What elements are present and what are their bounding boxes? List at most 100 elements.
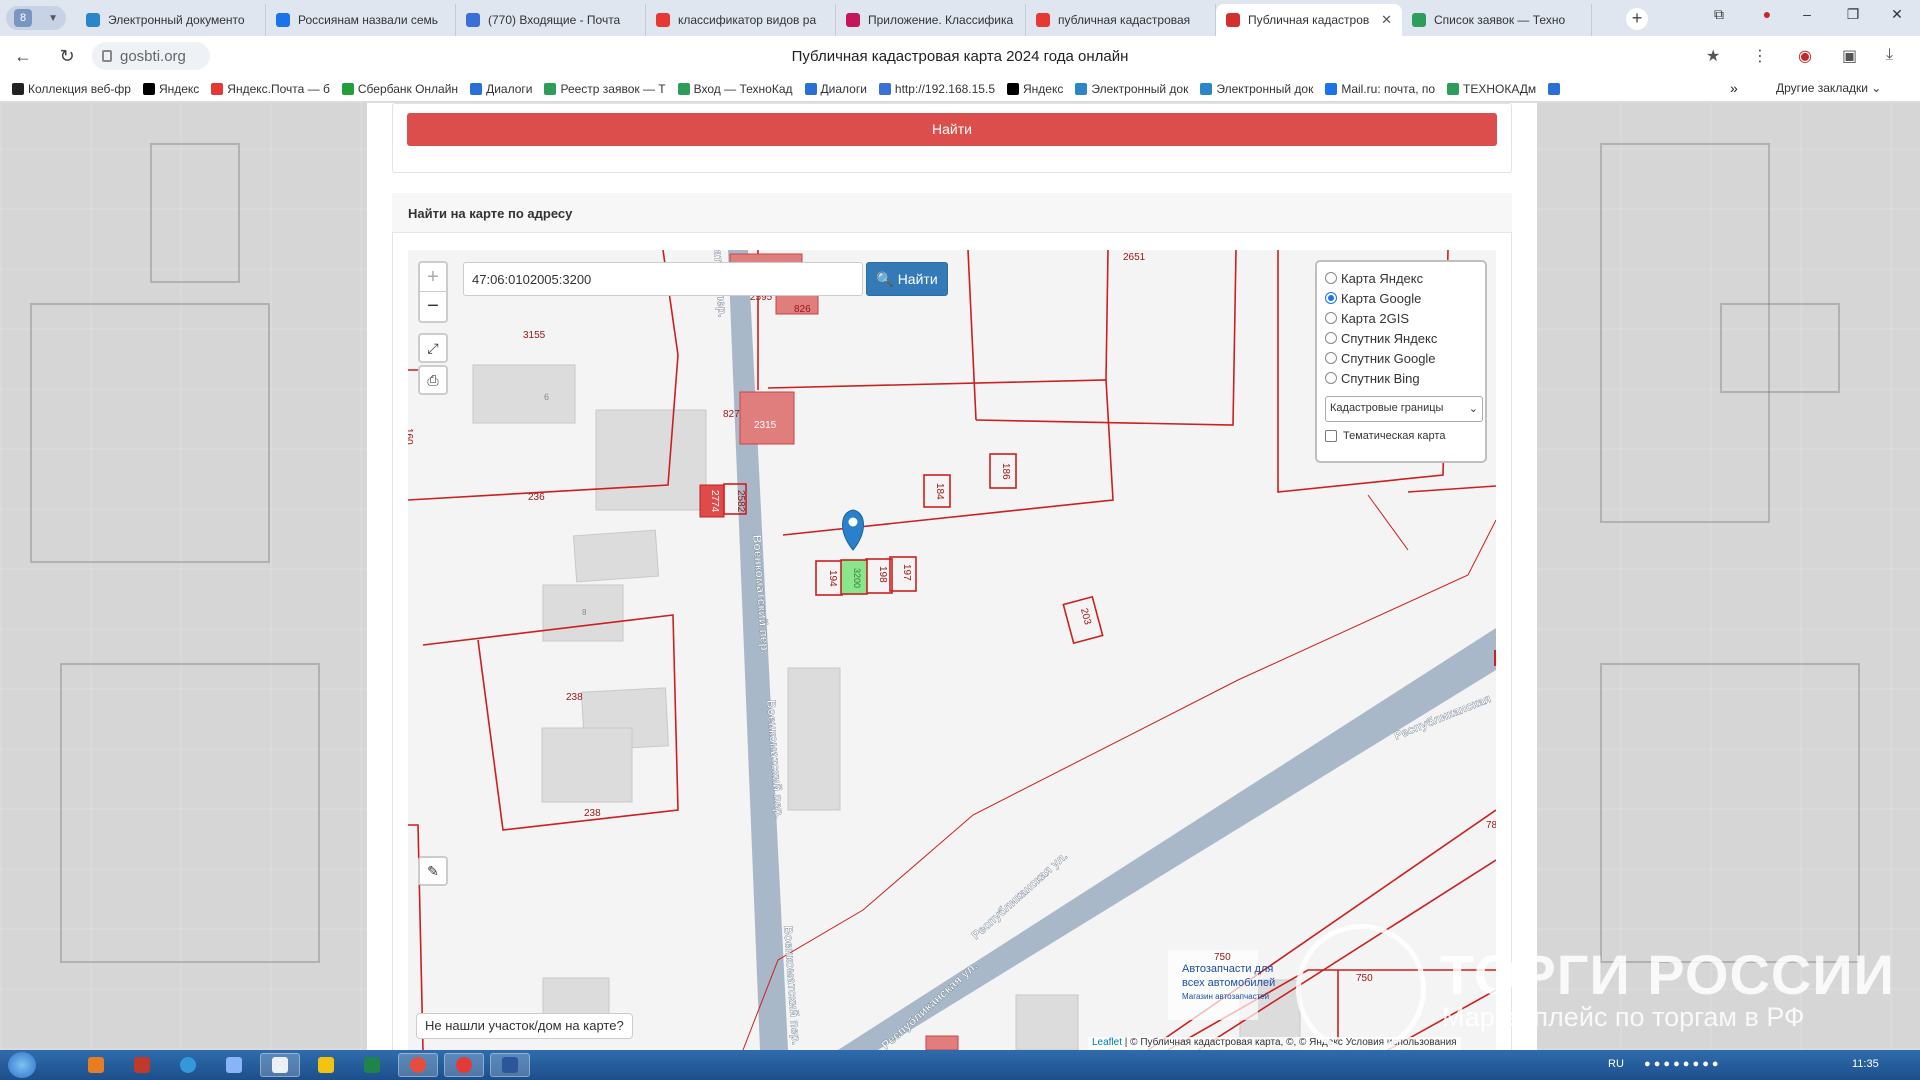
parcel-label: 198 [877, 566, 888, 583]
minimize-button[interactable]: – [1792, 6, 1822, 22]
menu-dots-icon[interactable]: ⋮ [1752, 46, 1768, 66]
map-search-button[interactable]: 🔍 Найти [866, 262, 948, 296]
not-found-button[interactable]: Не нашли участок/дом на карте? [416, 1013, 633, 1039]
fullscreen-icon[interactable]: ⤢ [418, 333, 448, 363]
tab-1[interactable]: Россиянам назвали семь [266, 4, 456, 36]
search-icon: 🔍 [876, 271, 894, 287]
bookmark-item[interactable]: Диалоги [804, 82, 867, 96]
ad-text: Магазин автозапчастей [1182, 992, 1269, 1001]
tab-favicon-icon [1412, 13, 1426, 27]
bookmark-item[interactable]: Электронный док [1075, 82, 1188, 96]
leaflet-link[interactable]: Leaflet [1092, 1037, 1122, 1048]
layer-option[interactable]: Карта Яндекс [1325, 268, 1477, 288]
bookmark-favicon-icon [677, 82, 690, 95]
restore-button[interactable]: ❐ [1838, 6, 1868, 23]
bookmark-item[interactable]: Диалоги [470, 82, 532, 96]
clock[interactable]: 11:35 [1852, 1058, 1879, 1070]
layer-radio[interactable] [1325, 372, 1337, 384]
reload-icon[interactable]: ↻ [56, 45, 78, 67]
close-tab-icon[interactable]: ✕ [1381, 12, 1392, 28]
find-button[interactable]: Найти [407, 113, 1497, 146]
bookmark-label: http://192.168.15.5 [894, 81, 995, 96]
tab-6[interactable]: Публичная кадастров ✕ [1216, 4, 1402, 36]
bookmark-item[interactable]: Яндекс.Почта — б [211, 82, 330, 96]
zoom-in-button[interactable]: + [420, 263, 446, 292]
layer-radio[interactable] [1325, 272, 1337, 284]
tray-icons[interactable]: ● ● ● ● ● ● ● ● [1644, 1058, 1719, 1070]
bookmark-item[interactable]: Реестр заявок — Т [544, 82, 666, 96]
parcel-label: 2315 [754, 420, 777, 431]
collections-icon[interactable]: ▣ [1842, 46, 1857, 66]
taskbar-chrome-icon[interactable] [398, 1053, 438, 1077]
url-field[interactable]: gosbti.org [92, 42, 210, 70]
new-tab-button[interactable]: + [1626, 8, 1648, 30]
bookmark-item[interactable]: Сбербанк Онлайн [341, 82, 458, 96]
layer-label: Карта Google [1341, 290, 1422, 306]
print-icon[interactable]: ⎙ [418, 365, 448, 395]
bookmark-item[interactable]: http://192.168.15.5 [878, 81, 995, 96]
language-indicator[interactable]: RU [1608, 1058, 1624, 1070]
download-icon[interactable]: ⤓ [1886, 46, 1893, 64]
layer-radio[interactable] [1325, 312, 1337, 324]
taskbar-excel-icon[interactable] [352, 1053, 392, 1077]
bookmark-star-icon[interactable]: ★ [1706, 46, 1720, 66]
layer-label: Карта Яндекс [1341, 270, 1424, 286]
bookmark-item[interactable]: Коллекция веб-фр [12, 82, 131, 96]
other-bookmarks[interactable]: Другие закладки ⌄ [1776, 81, 1881, 95]
taskbar-ie-icon[interactable] [168, 1053, 208, 1077]
bookmark-item[interactable]: ТЕХНОКАДм [1447, 82, 1536, 96]
taskbar-app-icon[interactable] [214, 1053, 254, 1077]
notification-icon[interactable]: ● [1752, 6, 1782, 22]
bookmarks-overflow-icon[interactable]: » [1730, 80, 1738, 96]
tab-favicon-icon [1226, 13, 1240, 27]
watermark-subtitle: Маркетплейс по торгам в РФ [1442, 1002, 1805, 1032]
tab-4[interactable]: Приложение. Классифика [836, 4, 1026, 36]
layer-option[interactable]: Спутник Google [1325, 348, 1477, 368]
tab-0[interactable]: Электронный документо [76, 4, 266, 36]
tab-search-icon[interactable]: ⧉ [1704, 6, 1734, 23]
taskbar-app-icon[interactable] [260, 1053, 300, 1077]
close-window-button[interactable]: ✕ [1882, 6, 1912, 23]
tab-2[interactable]: (770) Входящие - Почта [456, 4, 646, 36]
page-title: Публичная кадастровая карта 2024 года он… [791, 48, 1129, 65]
layer-radio[interactable] [1325, 332, 1337, 344]
layer-option[interactable]: Карта 2GIS [1325, 308, 1477, 328]
tab-5[interactable]: публичная кадастровая [1026, 4, 1216, 36]
layer-radio[interactable] [1325, 352, 1337, 364]
zoom-out-button[interactable]: − [420, 292, 446, 321]
bookmark-item[interactable]: Яндекс [142, 82, 199, 96]
layer-option[interactable]: Спутник Яндекс [1325, 328, 1477, 348]
back-arrow-icon[interactable]: ← [12, 45, 34, 67]
layer-radio[interactable] [1325, 292, 1337, 304]
taskbar-word-icon[interactable] [490, 1053, 530, 1077]
thematic-map-toggle[interactable]: Тематическая карта [1325, 430, 1477, 442]
thematic-checkbox[interactable] [1325, 430, 1337, 442]
bookmark-item[interactable]: Mail.ru: почта, по [1325, 82, 1435, 96]
overlay-select[interactable]: Кадастровые границы ⌄ [1325, 396, 1483, 422]
parcel-label: 203 [1078, 607, 1093, 626]
tab-favicon-icon [466, 13, 480, 27]
bookmark-item[interactable]: Электронный док [1200, 82, 1313, 96]
parcel-label: 184 [934, 483, 945, 500]
tab-7[interactable]: Список заявок — Техно [1402, 4, 1592, 36]
taskbar-yandex-icon[interactable] [444, 1053, 484, 1077]
bookmark-favicon-icon [470, 82, 483, 95]
bookmark-favicon-icon [1075, 82, 1088, 95]
lock-icon [102, 50, 112, 62]
tab-group-button[interactable]: 8 ▼ [6, 6, 66, 30]
start-button[interactable] [8, 1052, 36, 1078]
layer-option[interactable]: Карта Google [1325, 288, 1477, 308]
layer-option[interactable]: Спутник Bing [1325, 368, 1477, 388]
taskbar-explorer-icon[interactable] [306, 1053, 346, 1077]
ruler-icon[interactable]: ✎ [418, 856, 448, 886]
bookmark-item[interactable]: Вход — ТехноКад [677, 82, 793, 96]
overlay-select-value: Кадастровые границы [1330, 402, 1444, 414]
tab-3[interactable]: классификатор видов ра [646, 4, 836, 36]
bookmark-item[interactable]: Яндекс [1007, 82, 1063, 96]
taskbar-media-icon[interactable] [76, 1053, 116, 1077]
taskbar-app-icon[interactable] [122, 1053, 162, 1077]
bookmark-item[interactable] [1548, 82, 1564, 95]
bookmark-label: Электронный док [1091, 81, 1189, 96]
extension-icon[interactable]: ◉ [1798, 46, 1812, 66]
cadastral-search-input[interactable] [463, 262, 863, 296]
